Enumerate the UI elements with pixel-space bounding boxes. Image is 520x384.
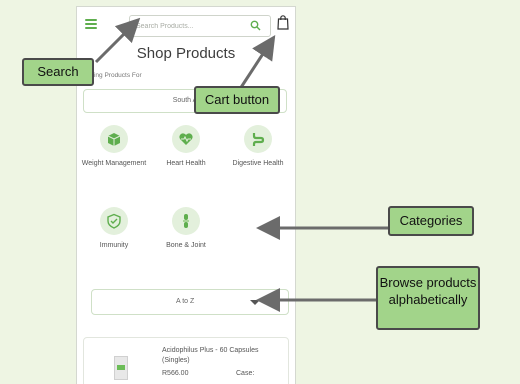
- browse-callout: Browse products alphabetically: [376, 266, 480, 330]
- search-callout: Search: [22, 58, 94, 86]
- search-arrow: [94, 17, 141, 64]
- categories-callout: Categories: [388, 206, 474, 236]
- cart-arrow: [236, 34, 276, 93]
- cart-callout: Cart button: [194, 86, 280, 114]
